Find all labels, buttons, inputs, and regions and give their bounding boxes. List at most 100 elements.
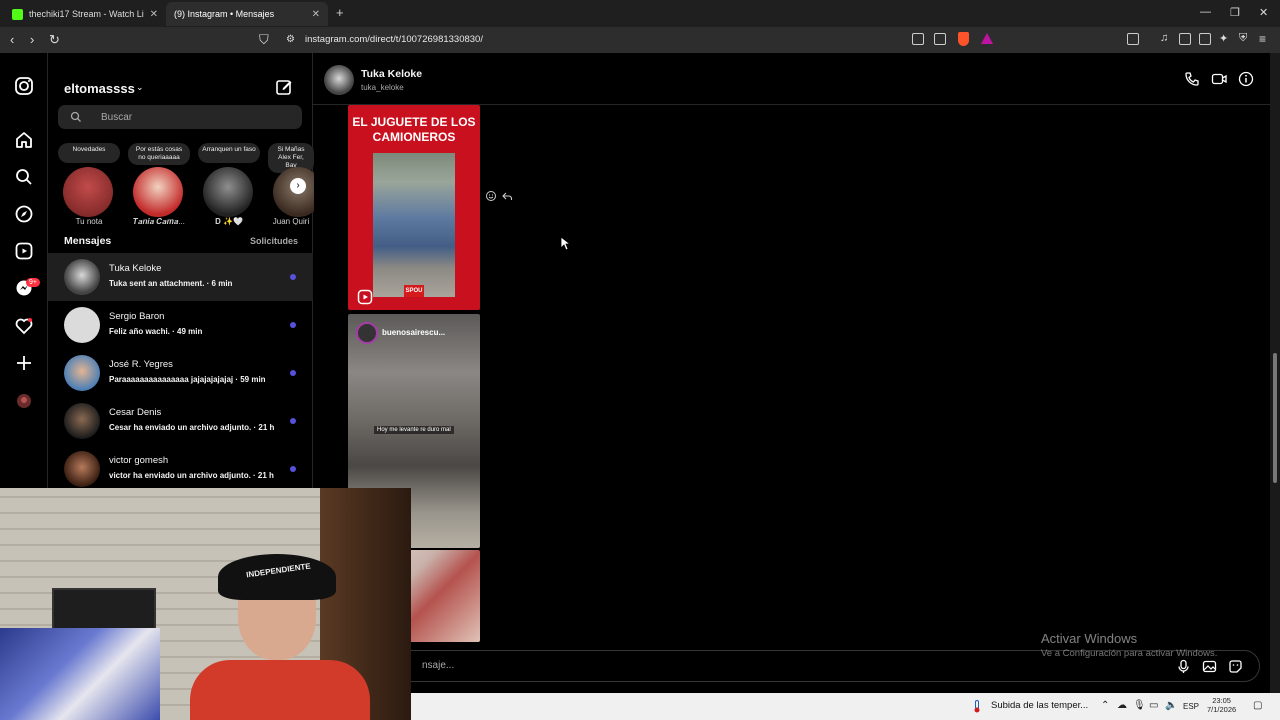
conversation-name: Sergio Baron: [109, 311, 165, 322]
search-icon[interactable]: [14, 167, 34, 187]
conversation-item[interactable]: victor gomesh victor ha enviado un archi…: [48, 445, 313, 487]
compose-icon[interactable]: [275, 78, 293, 96]
address-bar-row: ‹ › ↻ ⛉ ⚙ instagram.com/direct/t/1007269…: [0, 27, 1280, 53]
bookmark-icon[interactable]: ⛉: [259, 32, 269, 48]
conversation-preview: victor ha enviado un archivo adjunto. · …: [109, 471, 274, 480]
home-icon[interactable]: [14, 130, 34, 150]
chat-panel: Tuka Keloke tuka_keloke EL JUGUETE DE LO…: [313, 53, 1270, 693]
note-item[interactable]: Arranquen un faso 𝐃 ✨🤍: [198, 141, 260, 226]
image-icon[interactable]: [1202, 659, 1217, 674]
clock-time: 23:05: [1212, 696, 1231, 705]
avatar[interactable]: [324, 65, 354, 95]
notifications-center-icon[interactable]: ▢: [1253, 700, 1262, 711]
mouse-cursor: [560, 236, 572, 256]
share-icon[interactable]: [934, 33, 946, 45]
phone-icon[interactable]: [1184, 71, 1200, 87]
cloud-icon[interactable]: ☁: [1117, 700, 1127, 711]
notifications-icon[interactable]: [14, 316, 34, 336]
reels-icon: [357, 289, 373, 305]
forward-icon[interactable]: ›: [30, 32, 34, 47]
weather-notification[interactable]: Subida de las temper...: [991, 700, 1088, 711]
microphone-icon[interactable]: 🎙: [1133, 700, 1146, 711]
maximize-icon[interactable]: ❐: [1230, 6, 1240, 19]
media-icon[interactable]: ♫: [1160, 32, 1168, 44]
close-tab-icon[interactable]: ✕: [312, 9, 320, 20]
note-item[interactable]: Novedades Tu nota: [58, 141, 120, 226]
search-input[interactable]: [58, 105, 302, 129]
explore-icon[interactable]: [14, 204, 34, 224]
scrollbar-thumb[interactable]: [1273, 353, 1277, 483]
search-placeholder: Buscar: [101, 112, 133, 123]
instagram-icon[interactable]: [14, 76, 34, 96]
close-tab-icon[interactable]: ✕: [150, 9, 158, 20]
minimize-icon[interactable]: —: [1200, 6, 1211, 18]
reels-icon[interactable]: [14, 241, 34, 261]
windows-activation-subtitle: Ve a Configuración para activar Windows.: [1041, 648, 1218, 659]
reply-icon[interactable]: [501, 189, 513, 201]
avatar: [64, 259, 100, 295]
browser-window: thechiki17 Stream - Watch Live on Ki ✕ (…: [0, 0, 1280, 720]
conversation-name: José R. Yegres: [109, 359, 173, 370]
volume-icon[interactable]: 🔈: [1165, 700, 1177, 711]
conversation-preview: Tuka sent an attachment. · 6 min: [109, 279, 233, 288]
cast-icon[interactable]: [912, 33, 924, 45]
unread-dot: [290, 322, 296, 328]
note-label: Juan Quiri: [272, 217, 310, 225]
conversation-name: victor gomesh: [109, 455, 169, 466]
shared-reel-attachment[interactable]: EL JUGUETE DE LOS CAMIONEROS SPOU: [348, 105, 480, 310]
conversation-item[interactable]: Sergio Baron Feliz año wachi. · 49 min: [48, 301, 313, 349]
profile-icon[interactable]: [14, 391, 34, 411]
microphone-icon[interactable]: [1176, 659, 1191, 674]
menu-icon[interactable]: ≡: [1259, 32, 1266, 46]
back-icon[interactable]: ‹: [10, 32, 14, 47]
tab-title: (9) Instagram • Mensajes: [174, 9, 275, 19]
note-label: 𝐃 ✨🤍: [215, 217, 243, 226]
clock[interactable]: 23:05 7/1/2026: [1207, 696, 1236, 714]
thermometer-icon: [973, 700, 981, 713]
windows-activation-title: Activar Windows: [1041, 631, 1138, 646]
emoji-react-icon[interactable]: [485, 189, 497, 201]
brave-rewards-icon[interactable]: [981, 33, 993, 44]
message-input[interactable]: nsaje...: [422, 660, 454, 671]
conversation-preview: Paraaaaaaaaaaaaaaa jajajajajajaj · 59 mi…: [109, 375, 266, 384]
chevron-up-icon[interactable]: ⌃: [1101, 700, 1109, 711]
tab-kick-stream[interactable]: thechiki17 Stream - Watch Live on Ki ✕: [4, 2, 166, 26]
account-switcher[interactable]: eltomassss: [64, 81, 135, 96]
brave-shields-icon[interactable]: [958, 32, 969, 46]
requests-link[interactable]: Solicitudes: [250, 236, 298, 246]
conversation-item[interactable]: José R. Yegres Paraaaaaaaaaaaaaaa jajaja…: [48, 349, 313, 397]
screenshot-icon[interactable]: [1127, 33, 1139, 45]
conversation-preview: Feliz año wachi. · 49 min: [109, 327, 203, 336]
avatar: [64, 355, 100, 391]
messages-badge: 9+: [26, 278, 40, 287]
chevron-down-icon[interactable]: ⌄: [136, 82, 144, 93]
messages-heading: Mensajes: [64, 235, 112, 247]
vpn-icon[interactable]: ⛨: [1239, 32, 1247, 45]
note-label: 𝑻𝒂𝒏𝒊𝒂 𝑪𝒂𝒎𝒂...: [133, 217, 185, 226]
sticker-icon[interactable]: [1228, 659, 1243, 674]
wallet-icon[interactable]: [1199, 33, 1211, 45]
network-icon[interactable]: ▭: [1149, 700, 1158, 711]
chat-title[interactable]: Tuka Keloke: [361, 68, 422, 80]
video-call-icon[interactable]: [1211, 71, 1227, 87]
create-icon[interactable]: [14, 353, 34, 373]
sidebar-icon[interactable]: [1179, 33, 1191, 45]
note-bubble: Novedades: [58, 143, 120, 163]
conversation-item[interactable]: Tuka Keloke Tuka sent an attachment. · 6…: [48, 253, 313, 301]
note-item[interactable]: Por estás cosas no queriaaaaa 𝑻𝒂𝒏𝒊𝒂 𝑪𝒂𝒎𝒂…: [128, 141, 190, 226]
avatar: [63, 167, 113, 217]
conversation-preview: Cesar ha enviado un archivo adjunto. · 2…: [109, 423, 275, 432]
conversation-item[interactable]: Cesar Denis Cesar ha enviado un archivo …: [48, 397, 313, 445]
post-account: buenosairescu...: [382, 328, 446, 337]
leo-ai-icon[interactable]: ✦: [1219, 32, 1228, 45]
page-scrollbar[interactable]: [1270, 53, 1280, 693]
new-tab-icon[interactable]: +: [336, 5, 344, 20]
close-window-icon[interactable]: ✕: [1259, 6, 1268, 19]
tab-instagram[interactable]: (9) Instagram • Mensajes ✕: [166, 2, 328, 66]
reload-icon[interactable]: ↻: [49, 32, 60, 48]
chevron-right-icon[interactable]: ›: [290, 178, 306, 194]
url-field[interactable]: instagram.com/direct/t/100726981330830/: [305, 34, 483, 45]
language-indicator[interactable]: ESP: [1183, 702, 1199, 711]
site-settings-icon[interactable]: ⚙: [286, 34, 295, 45]
info-icon[interactable]: [1238, 71, 1254, 87]
